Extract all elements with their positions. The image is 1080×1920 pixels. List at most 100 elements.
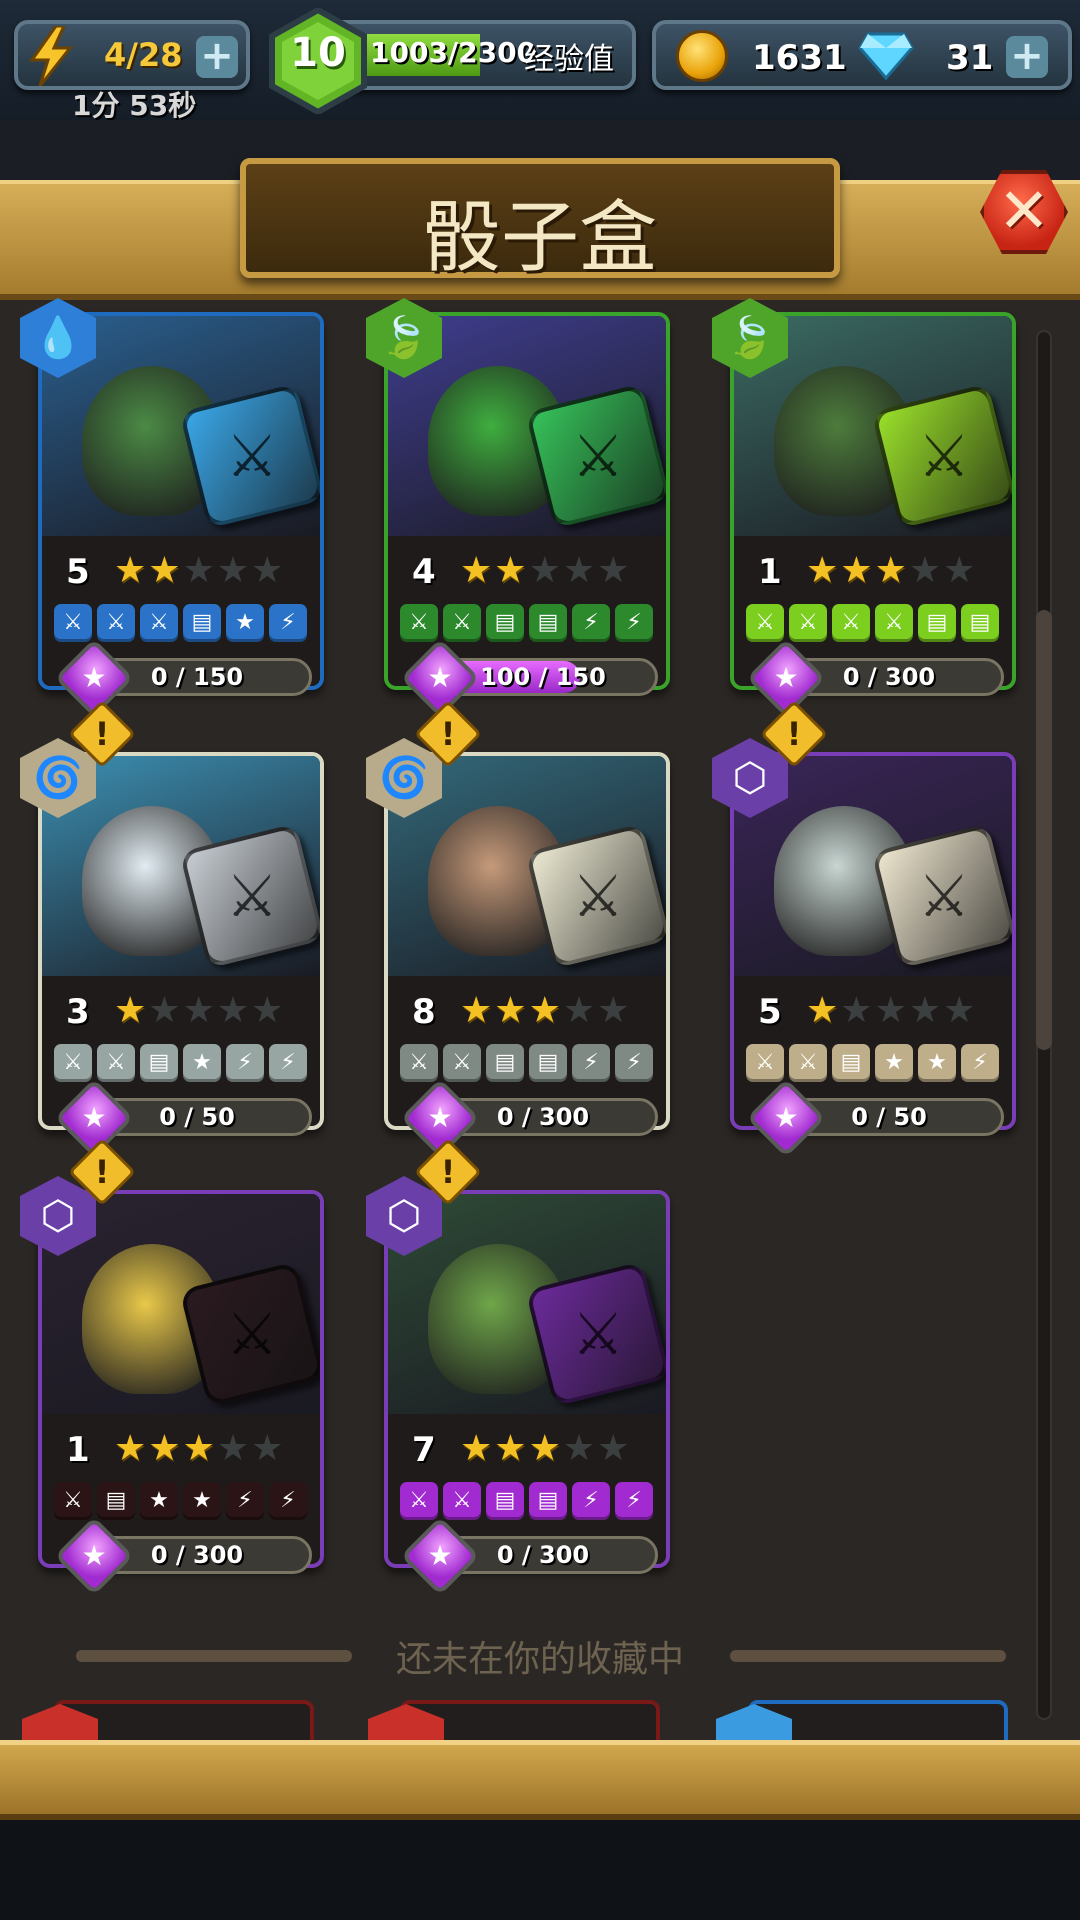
dice-count: 5 [758,992,782,1032]
top-resource-bar: 4/28 + 1分 53秒 10 1003/2300 经验值 1631 31 + [0,0,1080,122]
sword-icon: ⚔ [572,1300,624,1368]
dice-face-icon: ⚔ [789,604,827,642]
star-empty-icon: ★ [840,990,875,1031]
dice-face-icon: ⚔ [443,604,481,642]
xp-label: 经验值 [524,42,614,77]
star-empty-icon: ★ [182,550,217,591]
section-divider-right [730,1650,1006,1662]
dice-count: 4 [412,552,436,592]
dice-card[interactable]: ⚔ 8 ★★★★★ ⚔ ⚔ ▤ ▤ ⚡ ⚡ [384,752,670,1130]
dice-faces: ⚔ ⚔ ⚔ ▤ ★ ⚡ [54,604,314,644]
star-empty-icon: ★ [148,990,183,1031]
dice-count: 1 [758,552,782,592]
dice-face-icon: ⚔ [140,604,178,642]
card-stats: 4 ★★★★★ [412,550,662,596]
star-rating: ★★★★★ [460,1428,631,1469]
dice-face-icon: ▤ [486,1482,524,1520]
dice-face-icon: ★ [226,604,264,642]
star-rating: ★★★★★ [806,990,977,1031]
star-empty-icon: ★ [216,1428,252,1469]
dice-card[interactable]: ⚔ 5 ★★★★★ ⚔ ⚔ ▤ ★ ★ ⚡ [730,752,1016,1130]
star-empty-icon: ★ [216,550,252,591]
dice-faces: ⚔ ⚔ ▤ ★ ⚡ ⚡ [54,1044,314,1084]
dice-face-icon: ▤ [529,1482,567,1520]
dice-face-icon: ⚡ [572,1044,610,1082]
dice-face-icon: ⚡ [615,1482,653,1520]
dice-face-icon: ⚡ [615,1044,653,1082]
star-empty-icon: ★ [597,990,632,1031]
dice-face-icon: ▤ [97,1482,135,1520]
dice-face-icon: ▤ [486,1044,524,1082]
page-title: 骰子盒 [422,193,657,283]
star-empty-icon: ★ [943,550,978,591]
sword-icon: ⚔ [572,862,624,930]
dice-card[interactable]: ⚔ 1 ★★★★★ ⚔ ▤ ★ ★ ⚡ ⚡ [38,1190,324,1568]
dice-face-icon: ★ [183,1482,221,1520]
star-filled-icon: ★ [460,990,495,1031]
dice-face-icon: ⚔ [400,604,438,642]
star-rating: ★★★★★ [460,550,631,591]
star-empty-icon: ★ [182,990,217,1031]
level-number: 10 [290,30,346,76]
star-filled-icon: ★ [182,1428,217,1469]
card-stats: 1 ★★★★★ [66,1428,316,1474]
energy-value: 4/28 [104,36,183,74]
sword-icon: ⚔ [918,862,970,930]
dice-face-icon: ▤ [486,604,524,642]
star-filled-icon: ★ [494,550,529,591]
star-rating: ★★★★★ [114,1428,285,1469]
dice-card[interactable]: ⚔ 4 ★★★★★ ⚔ ⚔ ▤ ▤ ⚡ ⚡ [384,312,670,690]
star-filled-icon: ★ [114,550,149,591]
star-filled-icon: ★ [494,990,529,1031]
dice-face-icon: ⚡ [269,1044,307,1082]
coin-value: 1631 [752,38,847,78]
dice-face-icon: ▤ [961,604,999,642]
star-empty-icon: ★ [528,550,563,591]
star-empty-icon: ★ [216,990,252,1031]
dice-card[interactable]: ⚔ 5 ★★★★★ ⚔ ⚔ ⚔ ▤ ★ ⚡ [38,312,324,690]
star-rating: ★★★★★ [460,990,631,1031]
dice-count: 8 [412,992,436,1032]
star-filled-icon: ★ [528,1428,563,1469]
star-empty-icon: ★ [597,1428,632,1469]
card-stats: 3 ★★★★★ [66,990,316,1036]
star-filled-icon: ★ [148,1428,183,1469]
star-filled-icon: ★ [494,1428,529,1469]
star-filled-icon: ★ [874,550,909,591]
dice-face-icon: ⚔ [746,604,784,642]
dice-face-icon: ⚡ [615,604,653,642]
dice-face-icon: ⚔ [875,604,913,642]
star-empty-icon: ★ [943,990,978,1031]
star-filled-icon: ★ [148,550,183,591]
dice-face-icon: ★ [183,1044,221,1082]
dice-faces: ⚔ ▤ ★ ★ ⚡ ⚡ [54,1482,314,1522]
footer-background [0,1820,1080,1920]
star-filled-icon: ★ [460,1428,495,1469]
add-gems-button[interactable]: + [1006,36,1048,78]
dice-face-icon: ⚔ [400,1044,438,1082]
star-empty-icon: ★ [251,1428,286,1469]
dice-face-icon: ⚔ [443,1482,481,1520]
dice-card[interactable]: ⚔ 1 ★★★★★ ⚔ ⚔ ⚔ ⚔ ▤ ▤ [730,312,1016,690]
dice-face-icon: ⚔ [832,604,870,642]
star-filled-icon: ★ [840,550,875,591]
dice-count: 3 [66,992,90,1032]
dice-card[interactable]: ⚔ 3 ★★★★★ ⚔ ⚔ ▤ ★ ⚡ ⚡ [38,752,324,1130]
close-icon[interactable]: ✕ [980,178,1068,244]
card-stats: 8 ★★★★★ [412,990,662,1036]
dice-face-icon: ⚡ [572,1482,610,1520]
dice-face-icon: ⚡ [269,604,307,642]
dice-card[interactable]: ⚔ 7 ★★★★★ ⚔ ⚔ ▤ ▤ ⚡ ⚡ [384,1190,670,1568]
sword-icon: ⚔ [226,1300,278,1368]
dice-face-icon: ⚔ [400,1482,438,1520]
dice-face-icon: ⚡ [961,1044,999,1082]
dice-face-icon: ⚡ [226,1482,264,1520]
add-energy-button[interactable]: + [196,36,238,78]
dice-count: 1 [66,1430,90,1470]
diamond-icon [858,32,914,80]
scrollbar-thumb[interactable] [1036,610,1052,1050]
dice-face-icon: ★ [140,1482,178,1520]
star-empty-icon: ★ [562,550,598,591]
star-empty-icon: ★ [908,550,944,591]
dice-faces: ⚔ ⚔ ▤ ★ ★ ⚡ [746,1044,1006,1084]
